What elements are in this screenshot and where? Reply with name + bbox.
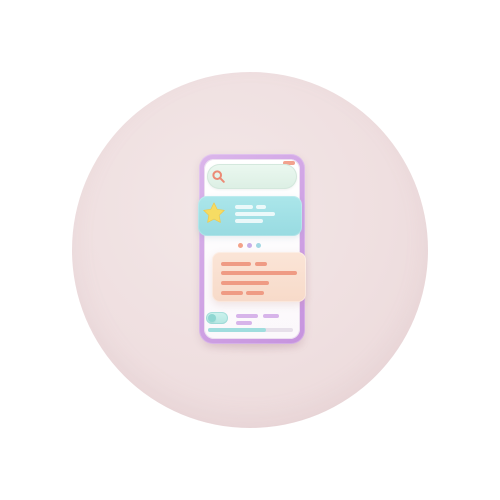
pagination-dot-2 bbox=[247, 243, 252, 248]
setting-line-2 bbox=[263, 314, 279, 318]
content-line-5 bbox=[221, 291, 243, 295]
illustration-stage bbox=[0, 0, 500, 500]
rating-line-1 bbox=[235, 205, 253, 209]
pagination-dots bbox=[238, 243, 268, 248]
content-line-6 bbox=[246, 291, 264, 295]
pagination-dot-1 bbox=[238, 243, 243, 248]
content-line-3 bbox=[221, 271, 297, 275]
home-indicator-accent bbox=[208, 328, 266, 332]
star-icon bbox=[203, 202, 225, 223]
content-line-2 bbox=[255, 262, 267, 266]
search-icon bbox=[212, 170, 225, 183]
setting-line-1 bbox=[236, 314, 258, 318]
rating-line-2 bbox=[256, 205, 266, 209]
content-line-4 bbox=[221, 281, 269, 285]
rating-line-4 bbox=[235, 219, 263, 223]
setting-line-3 bbox=[236, 321, 252, 325]
content-line-1 bbox=[221, 262, 251, 266]
toggle-knob bbox=[208, 314, 216, 322]
pagination-dot-3 bbox=[256, 243, 261, 248]
rating-line-3 bbox=[235, 212, 275, 216]
